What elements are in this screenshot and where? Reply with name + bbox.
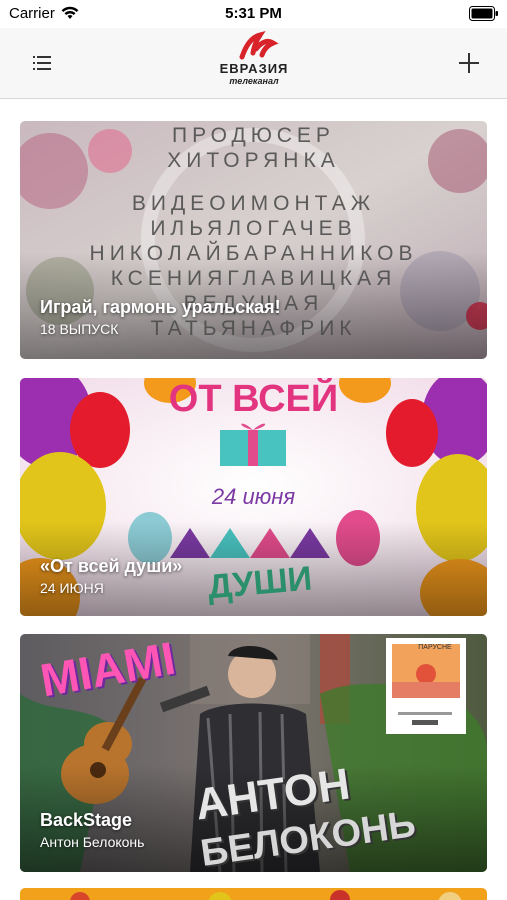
poster-date: 24 июня bbox=[211, 484, 296, 509]
credit-line: ВИДЕОИМОНТАЖ bbox=[131, 192, 376, 215]
episode-card[interactable]: ПРОДЮСЕР ХИТОРЯНКА ВИДЕОИМОНТАЖ ИЛЬЯЛОГА… bbox=[20, 121, 487, 359]
battery-icon bbox=[469, 6, 498, 21]
episode-card[interactable]: MIAMI ПАРУСНЕ АНТОН БЕЛОКОНЬ BackStage А… bbox=[20, 634, 487, 872]
credit-spacer bbox=[20, 173, 487, 191]
list-icon bbox=[33, 56, 51, 70]
card-title: «От всей души» bbox=[40, 556, 183, 576]
menu-button[interactable] bbox=[24, 48, 60, 78]
credit-line: ПРОДЮСЕР bbox=[172, 124, 335, 147]
logo-name: ЕВРАЗИЯ bbox=[219, 61, 289, 76]
episode-feed[interactable]: ПРОДЮСЕР ХИТОРЯНКА ВИДЕОИМОНТАЖ ИЛЬЯЛОГА… bbox=[0, 99, 507, 900]
plus-icon bbox=[459, 53, 479, 73]
add-button[interactable] bbox=[451, 48, 487, 78]
card-subtitle: 18 ВЫПУСК bbox=[40, 321, 119, 337]
credit-line: КСЕНИЯГЛАВИЦКАЯ bbox=[110, 267, 397, 290]
nav-bar: ЕВРАЗИЯ телеканал bbox=[0, 28, 507, 99]
credit-line: НИКОЛАЙБАРАННИКОВ bbox=[89, 242, 418, 265]
logo-mark-icon bbox=[239, 31, 279, 60]
poster-headline: ОТ ВСЕЙ bbox=[168, 378, 339, 420]
status-time: 5:31 PM bbox=[225, 5, 282, 22]
card-subtitle: Антон Белоконь bbox=[40, 834, 145, 850]
status-bar: Carrier 5:31 PM bbox=[0, 0, 507, 28]
episode-card[interactable] bbox=[20, 888, 487, 900]
logo: ЕВРАЗИЯ телеканал bbox=[198, 31, 310, 91]
credit-line: ХИТОРЯНКА bbox=[167, 149, 340, 172]
credit-line: ИЛЬЯЛОГАЧЕВ bbox=[150, 217, 357, 240]
episode-card[interactable]: ОТ ВСЕЙ 24 июня ДУШИ «От всей души» 24 И… bbox=[20, 378, 487, 616]
card-subtitle: 24 ИЮНЯ bbox=[40, 580, 104, 596]
card-thumbnail bbox=[20, 888, 487, 900]
logo-subtitle: телеканал bbox=[229, 76, 279, 86]
card-title: BackStage bbox=[40, 810, 133, 830]
album-title: ПАРУСНЕ bbox=[418, 644, 452, 651]
card-title: Играй, гармонь уральская! bbox=[40, 297, 281, 317]
